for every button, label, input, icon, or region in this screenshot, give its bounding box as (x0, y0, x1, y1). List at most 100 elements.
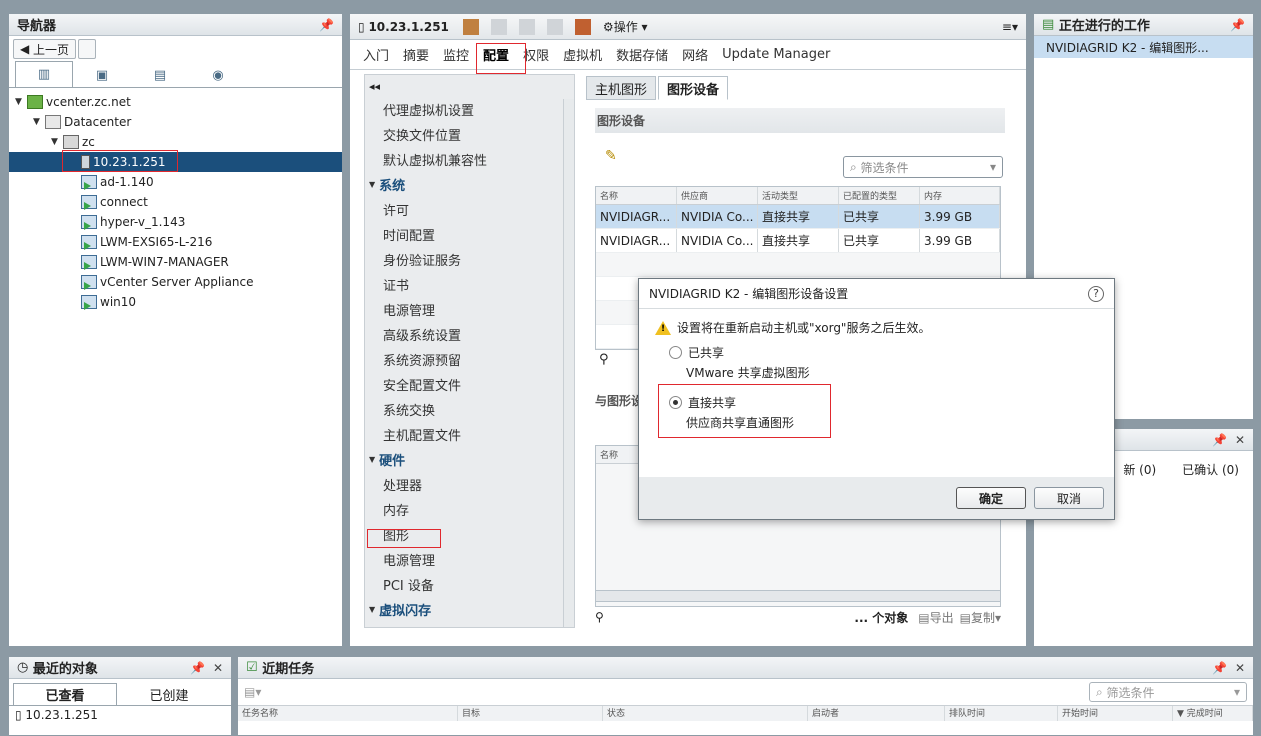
tab-5[interactable]: 虚拟机 (556, 40, 609, 70)
tab-2[interactable]: 监控 (436, 40, 476, 70)
menu-item[interactable]: 系统资源预留 (365, 347, 574, 372)
menu-section[interactable]: 虚拟闪存 (365, 597, 574, 622)
pin-icon[interactable]: 📌 (1230, 18, 1245, 32)
recent-item[interactable]: ▯ 10.23.1.251 (9, 706, 231, 724)
config-menu-scrollbar[interactable] (563, 99, 574, 627)
tab-viewed[interactable]: 已查看 (13, 683, 117, 705)
menu-item[interactable]: 时间配置 (365, 222, 574, 247)
tab-7[interactable]: 网络 (675, 40, 715, 70)
menu-item[interactable]: 交换文件位置 (365, 122, 574, 147)
table-row[interactable]: NVIDIAGR... NVIDIA Co... 直接共享 已共享 3.99 GB (596, 229, 1000, 253)
shared-direct-radio[interactable]: 直接共享 (639, 392, 1114, 412)
help-icon[interactable]: ? (1088, 285, 1104, 302)
host-action-icon-1[interactable] (462, 18, 479, 35)
collapse-icon[interactable]: ◂◂ (365, 75, 574, 97)
menu-item[interactable]: 许可 (365, 197, 574, 222)
tree-node[interactable]: LWM-WIN7-MANAGER (9, 252, 342, 272)
tree-node[interactable]: LWM-EXSI65-L-216 (9, 232, 342, 252)
menu-item[interactable]: 默认虚拟机兼容性 (365, 147, 574, 172)
column-header[interactable]: 已配置的类型 (839, 187, 920, 204)
host-cluster-icon[interactable]: ▥ (15, 61, 73, 87)
tree-node[interactable]: hyper-v_1.143 (9, 212, 342, 232)
expand-arrow-icon[interactable]: ▼ (51, 137, 63, 147)
tree-node[interactable]: connect (9, 192, 342, 212)
close-icon[interactable]: ✕ (1235, 661, 1245, 675)
host-action-icon-5[interactable] (574, 18, 591, 35)
tree-node[interactable]: win10 (9, 292, 342, 312)
pin-icon[interactable]: 📌 (190, 661, 205, 675)
pin-icon[interactable]: 📌 (1212, 433, 1227, 447)
pin-icon[interactable]: 📌 (1212, 661, 1227, 675)
actions-menu[interactable]: ⚙操作 ▾ (603, 18, 648, 35)
column-header[interactable]: 供应商 (677, 187, 758, 204)
close-icon[interactable]: ✕ (213, 661, 223, 675)
task-action-icon[interactable]: ▤▾ (244, 685, 261, 699)
task-column-header[interactable]: 排队时间 (945, 706, 1058, 721)
tasks-filter-input[interactable]: ⌕ 筛选条件 ▾ (1089, 682, 1247, 702)
shared-radio[interactable]: 已共享 (639, 342, 1114, 362)
tab-1[interactable]: 摘要 (396, 40, 436, 70)
menu-item[interactable]: 电源管理 (365, 297, 574, 322)
menu-item[interactable]: 身份验证服务 (365, 247, 574, 272)
tree-node[interactable]: 10.23.1.251 (9, 152, 342, 172)
menu-section[interactable]: 系统 (365, 172, 574, 197)
host-action-icon-2[interactable] (490, 18, 507, 35)
pin-icon[interactable]: 📌 (319, 18, 334, 32)
work-item[interactable]: NVIDIAGRID K2 - 编辑图形... (1034, 36, 1253, 58)
tree-node[interactable]: vCenter Server Appliance (9, 272, 342, 292)
horizontal-scrollbar[interactable] (595, 590, 1001, 602)
tree-node[interactable]: ad-1.140 (9, 172, 342, 192)
task-column-header[interactable]: 开始时间 (1058, 706, 1173, 721)
menu-item[interactable]: 证书 (365, 272, 574, 297)
find-icon[interactable]: ⚲ (599, 352, 609, 367)
host-action-icon-4[interactable] (546, 18, 563, 35)
back-button[interactable]: ◀ 上一页 (13, 39, 77, 59)
menu-item[interactable]: 高级系统设置 (365, 322, 574, 347)
task-column-header[interactable]: 目标 (458, 706, 603, 721)
vm-template-icon[interactable]: ▣ (73, 63, 131, 87)
network-icon[interactable]: ◉ (189, 63, 247, 87)
view-menu-icon[interactable]: ≡▾ (1002, 20, 1018, 34)
tree-node[interactable]: ▼ vcenter.zc.net (9, 92, 342, 112)
alarms-ack-tab[interactable]: 已确认 (0) (1182, 461, 1239, 478)
task-column-header[interactable]: ▼ 完成时间 (1173, 706, 1253, 721)
datastore-icon[interactable]: ▤ (131, 63, 189, 87)
task-column-header[interactable]: 启动者 (808, 706, 945, 721)
menu-item[interactable]: 内存 (365, 497, 574, 522)
menu-section[interactable]: 硬件 (365, 447, 574, 472)
close-icon[interactable]: ✕ (1235, 433, 1245, 447)
ok-button[interactable]: 确定 (956, 487, 1026, 509)
table-row[interactable]: NVIDIAGR... NVIDIA Co... 直接共享 已共享 3.99 GB (596, 205, 1000, 229)
forward-button[interactable] (78, 39, 97, 59)
alarms-new-tab[interactable]: 新 (0) (1123, 461, 1156, 478)
host-action-icon-3[interactable] (518, 18, 535, 35)
tree-node[interactable]: ▼ Datacenter (9, 112, 342, 132)
tree-node[interactable]: ▼ zc (9, 132, 342, 152)
menu-item[interactable]: 处理器 (365, 472, 574, 497)
menu-item[interactable]: 代理虚拟机设置 (365, 97, 574, 122)
task-column-header[interactable]: 状态 (603, 706, 808, 721)
menu-item[interactable]: 主机配置文件 (365, 422, 574, 447)
export-button[interactable]: ▤导出 (918, 609, 953, 626)
filter-input[interactable]: ⌕ 筛选条件 ▾ (843, 156, 1003, 178)
expand-arrow-icon[interactable]: ▼ (15, 97, 27, 107)
menu-item[interactable]: 系统交换 (365, 397, 574, 422)
edit-icon[interactable]: ✎ (605, 148, 617, 164)
column-header[interactable]: 内存 (920, 187, 1000, 204)
cancel-button[interactable]: 取消 (1034, 487, 1104, 509)
menu-item[interactable]: 电源管理 (365, 547, 574, 572)
tab-8[interactable]: Update Manager (715, 40, 837, 70)
tab-0[interactable]: 入门 (356, 40, 396, 70)
menu-item[interactable]: 图形 (365, 522, 574, 547)
binoculars-icon[interactable]: ⚲ (595, 610, 604, 624)
subtab-1[interactable]: 图形设备 (658, 76, 729, 100)
column-header[interactable]: 活动类型 (758, 187, 839, 204)
menu-item[interactable]: 安全配置文件 (365, 372, 574, 397)
tab-6[interactable]: 数据存储 (609, 40, 675, 70)
menu-item[interactable]: PCI 设备 (365, 572, 574, 597)
copy-button[interactable]: ▤复制▾ (960, 609, 1001, 626)
tab-3[interactable]: 配置 (476, 40, 516, 70)
task-column-header[interactable]: 任务名称 (238, 706, 458, 721)
column-header[interactable]: 名称 (596, 187, 677, 204)
tab-4[interactable]: 权限 (516, 40, 556, 70)
